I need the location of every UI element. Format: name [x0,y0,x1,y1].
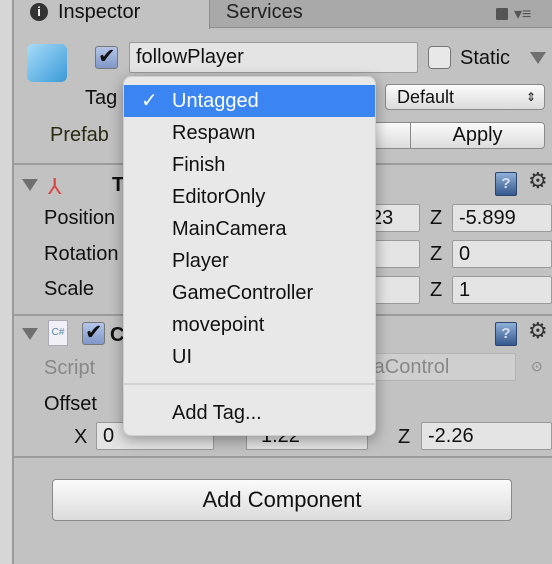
tab-label: Inspector [58,1,141,23]
prefab-label: Prefab [50,124,109,146]
component-enabled-checkbox[interactable] [82,320,105,345]
menu-item-gamecontroller[interactable]: GameController [124,277,375,309]
rotation-label: Rotation [44,243,119,265]
menu-item-editoronly[interactable]: EditorOnly [124,181,375,213]
gameobject-icon [27,44,67,82]
menu-item-movepoint[interactable]: movepoint [124,309,375,341]
menu-item-add-tag[interactable]: Add Tag... [124,397,375,429]
prefab-revert-button[interactable] [372,122,412,149]
help-icon[interactable]: ? [495,322,517,346]
x-label: X [74,426,88,448]
collapse-icon[interactable] [22,328,38,340]
layer-value: Default [397,87,455,107]
static-dropdown-icon[interactable] [530,52,546,64]
name-input[interactable]: followPlayer [129,42,418,73]
menu-item-ui[interactable]: UI [124,341,375,373]
offset-z-field[interactable]: -2.26 [421,422,552,450]
offset-label: Offset [44,393,97,415]
tab-services[interactable]: Services [211,0,361,28]
menu-icon[interactable]: ▾≡ [514,4,531,24]
add-component-button[interactable]: Add Component [52,479,512,521]
rotation-z-field[interactable]: 0 [452,240,552,268]
tab-label: Services [226,1,303,23]
menu-item-finish[interactable]: Finish [124,149,375,181]
gear-icon[interactable]: ⚙ [528,318,548,344]
z-label: Z [398,426,411,448]
object-picker-icon[interactable]: ⊙ [531,358,543,375]
active-checkbox[interactable] [95,44,118,69]
menu-item-untagged[interactable]: ✓ Untagged [124,85,375,117]
tab-inspector[interactable]: i Inspector [14,0,210,29]
layer-dropdown[interactable]: Default ⇕ [385,84,545,110]
script-field[interactable]: raControl [360,353,516,381]
tag-label: Tag [85,87,118,109]
menu-item-player[interactable]: Player [124,245,375,277]
z-label: Z [430,243,443,265]
collapse-icon[interactable] [22,179,38,191]
apply-button[interactable]: Apply [410,122,545,149]
csharp-script-icon: C# [48,320,68,346]
gear-icon[interactable]: ⚙ [528,168,548,194]
divider [14,456,552,458]
script-label: Script [44,357,96,379]
scale-z-field[interactable]: 1 [452,276,552,304]
menu-item-maincamera[interactable]: MainCamera [124,213,375,245]
z-label: Z [430,207,443,229]
tag-dropdown-menu: ✓ Untagged Respawn Finish EditorOnly Main… [123,76,376,436]
info-icon: i [30,3,48,21]
menu-separator [124,383,375,385]
position-z-field[interactable]: -5.899 [452,204,552,232]
static-checkbox[interactable] [428,46,451,69]
help-icon[interactable]: ? [495,172,517,196]
menu-item-respawn[interactable]: Respawn [124,117,375,149]
static-label: Static [460,47,511,69]
updown-icon: ⇕ [525,90,536,104]
z-label: Z [430,279,443,301]
checkmark-icon: ✓ [141,90,158,112]
scale-label: Scale [44,278,95,300]
position-label: Position [44,207,116,229]
lock-icon[interactable] [496,8,508,20]
transform-icon: ⅄ [48,174,62,199]
left-panel-edge [0,0,14,564]
